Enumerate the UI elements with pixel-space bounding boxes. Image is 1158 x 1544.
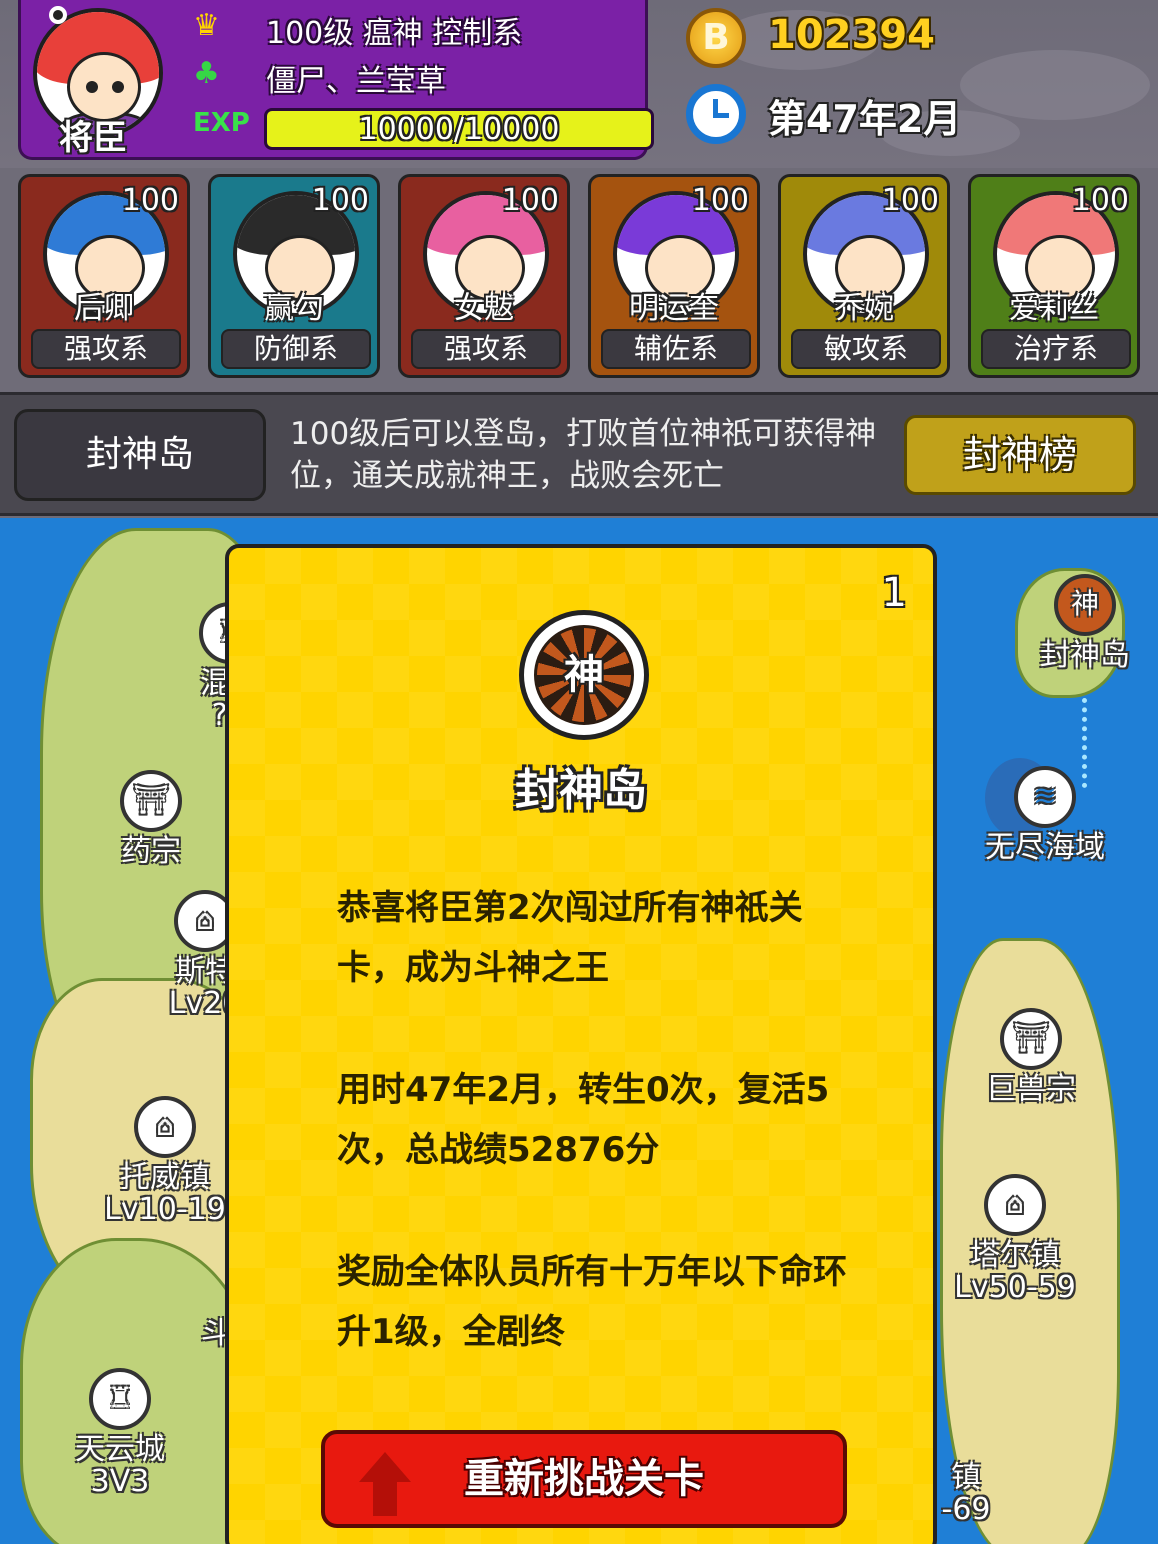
- member-role: 强攻系: [411, 329, 561, 369]
- player-name: 将臣: [59, 118, 127, 158]
- dialog-message: 奖励全体队员所有十万年以下命环升1级，全剧终: [337, 1252, 847, 1352]
- location-level: Lv10-19: [104, 1192, 226, 1227]
- location-name: 无尽海域: [985, 830, 1105, 865]
- coin-count: 102394: [768, 12, 935, 58]
- exp-icon: EXP: [193, 108, 250, 138]
- completion-dialog: 1 神 封神岛 恭喜将臣第2次闯过所有神祇关卡，成为斗神之王 用时47年2月，转…: [225, 544, 937, 1544]
- member-level: 100: [121, 183, 179, 218]
- settings-icon[interactable]: [49, 6, 67, 24]
- member-name: 女魃: [454, 291, 514, 326]
- member-name: 后卿: [74, 291, 134, 326]
- exp-value: 10000/10000: [358, 112, 560, 147]
- team-card[interactable]: 100 女魃 强攻系: [398, 174, 570, 378]
- member-level: 100: [311, 183, 369, 218]
- top-bar: 将臣 ♛ 100级 瘟神 控制系 ♣ 僵尸、兰莹草 EXP 10000/1000…: [0, 0, 1158, 170]
- member-level: 100: [501, 183, 559, 218]
- town-icon: ⌂: [984, 1174, 1046, 1236]
- dialog-page-count: 1: [881, 570, 907, 616]
- map-location[interactable]: ⛩ 药宗: [96, 770, 206, 868]
- team-card[interactable]: 100 明运奎 辅佐系: [588, 174, 760, 378]
- retry-stage-button[interactable]: 重新挑战关卡: [321, 1430, 847, 1528]
- crown-icon: ♛: [193, 8, 220, 43]
- cloud-decoration: [960, 50, 1150, 120]
- retry-stage-label: 重新挑战关卡: [464, 1456, 704, 1502]
- region-description: 100级后可以登岛，打败首位神祇可获得神位，通关成就神王，战败会死亡: [290, 416, 877, 494]
- wave-icon: ≋: [1014, 766, 1076, 828]
- location-name: 天云城: [75, 1432, 165, 1467]
- member-level: 100: [691, 183, 749, 218]
- location-name: 镇: [951, 1460, 981, 1495]
- member-name: 明运奎: [629, 291, 719, 326]
- region-info-strip: 封神岛 100级后可以登岛，打败首位神祇可获得神位，通关成就神王，战败会死亡 封…: [0, 392, 1158, 516]
- exp-bar: 10000/10000: [264, 108, 654, 150]
- location-name: 托威镇: [120, 1160, 210, 1195]
- dialog-message: 用时47年2月，转生0次，复活5次，总战绩52876分: [337, 1070, 830, 1170]
- team-card[interactable]: 100 后卿 强攻系: [18, 174, 190, 378]
- location-level: Lv50-59: [954, 1270, 1076, 1305]
- location-name: 塔尔镇: [970, 1238, 1060, 1273]
- map-location[interactable]: ⌂ 托威镇 Lv10-19: [100, 1096, 230, 1226]
- member-role: 辅佐系: [601, 329, 751, 369]
- dialog-message: 恭喜将臣第2次闯过所有神祇关卡，成为斗神之王: [337, 888, 803, 988]
- location-name: 药宗: [121, 834, 181, 869]
- location-level: 3V3: [90, 1464, 150, 1499]
- clock-icon: [686, 84, 746, 144]
- map-location[interactable]: ≋ 无尽海域: [972, 766, 1118, 864]
- map-location[interactable]: ♜ 天云城 3V3: [60, 1368, 180, 1498]
- map-location[interactable]: 神 封神岛: [1030, 574, 1140, 672]
- team-card[interactable]: 100 爱莉丝 治疗系: [968, 174, 1140, 378]
- town-icon: ⌂: [134, 1096, 196, 1158]
- team-card[interactable]: 100 赢勾 防御系: [208, 174, 380, 378]
- ranking-button[interactable]: 封神榜: [904, 415, 1136, 495]
- castle-icon: ♜: [89, 1368, 151, 1430]
- team-roster: 100 后卿 强攻系 100 赢勾 防御系 100 女魃 强攻系 100 明运奎…: [0, 168, 1158, 390]
- player-title: 100级 瘟神 控制系: [266, 16, 523, 51]
- member-role: 强攻系: [31, 329, 181, 369]
- god-seal-icon: 神: [519, 610, 649, 740]
- player-profile-panel[interactable]: 将臣 ♛ 100级 瘟神 控制系 ♣ 僵尸、兰莹草 EXP 10000/1000…: [18, 0, 654, 160]
- location-name: 封神岛: [1040, 638, 1130, 673]
- map-location[interactable]: ⌂ 塔尔镇 Lv50-59: [950, 1174, 1080, 1304]
- member-role: 防御系: [221, 329, 371, 369]
- temple-icon: ⛩: [1000, 1008, 1062, 1070]
- dialog-title: 封神岛: [515, 765, 647, 816]
- region-title: 封神岛: [14, 409, 266, 501]
- location-name: 巨兽宗: [986, 1072, 1076, 1107]
- member-level: 100: [1071, 183, 1129, 218]
- temple-icon: ⛩: [120, 770, 182, 832]
- game-date: 第47年2月: [768, 97, 962, 141]
- player-spirits: 僵尸、兰莹草: [266, 64, 446, 99]
- map-location[interactable]: 镇 -69: [936, 1462, 996, 1526]
- location-level: -69: [941, 1492, 991, 1527]
- map-location[interactable]: ⛩ 巨兽宗: [976, 1008, 1086, 1106]
- member-level: 100: [881, 183, 939, 218]
- member-name: 乔婉: [834, 291, 894, 326]
- god-seal-icon: 神: [1054, 574, 1116, 636]
- member-role: 敏攻系: [791, 329, 941, 369]
- member-role: 治疗系: [981, 329, 1131, 369]
- emblem-glyph: 神: [564, 652, 604, 698]
- member-name: 赢勾: [264, 291, 324, 326]
- coin-icon: B: [686, 8, 746, 68]
- spirit-plant-icon: ♣: [193, 56, 220, 91]
- team-card[interactable]: 100 乔婉 敏攻系: [778, 174, 950, 378]
- member-name: 爱莉丝: [1009, 291, 1099, 326]
